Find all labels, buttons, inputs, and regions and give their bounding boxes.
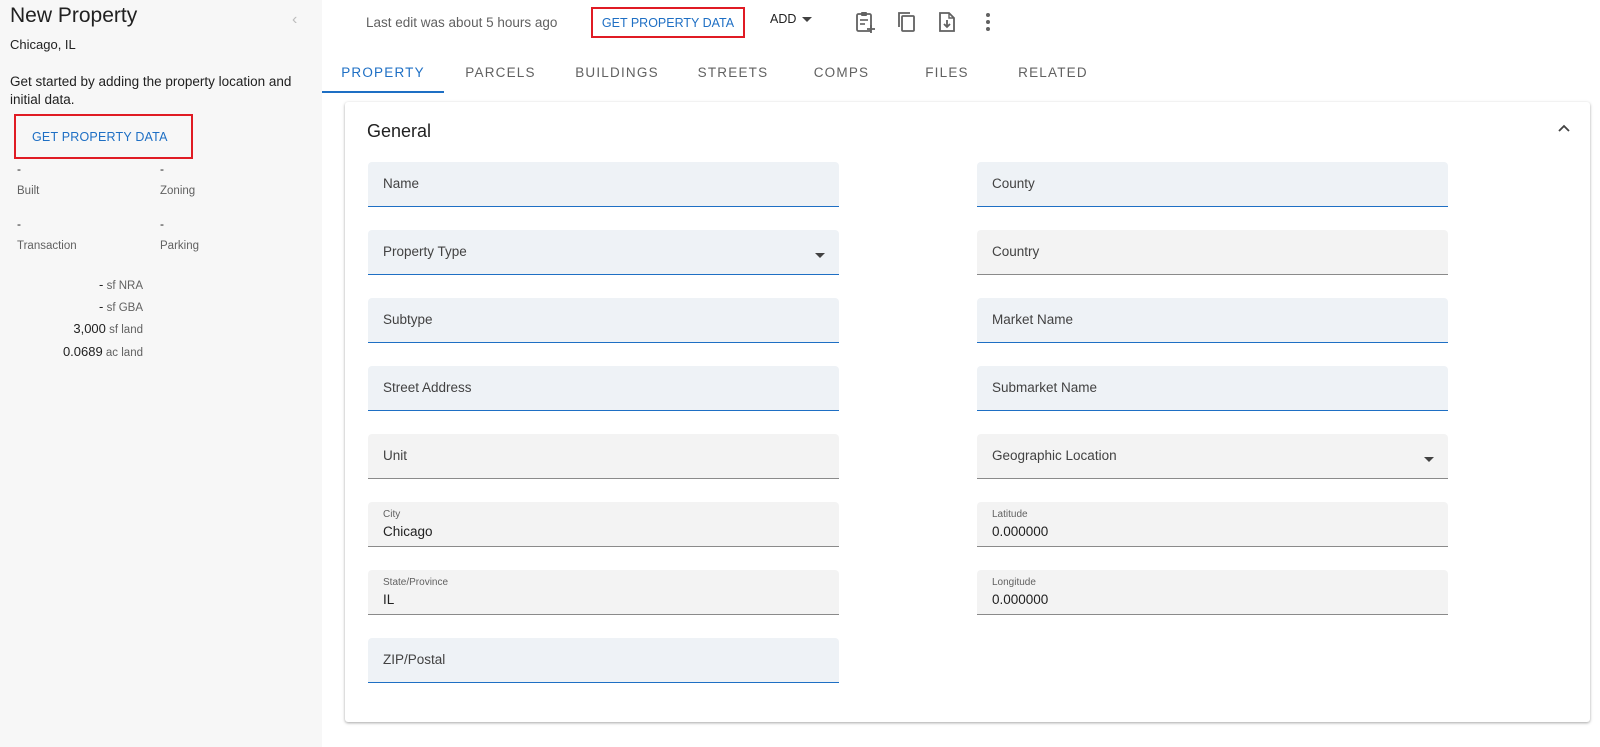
city-value: Chicago <box>383 524 433 539</box>
download-file-icon[interactable] <box>936 10 958 34</box>
chevron-up-icon[interactable] <box>1556 120 1572 136</box>
geographic-location-select[interactable]: Geographic Location <box>977 434 1448 479</box>
unit-label: Unit <box>383 448 408 463</box>
property-type-label: Property Type <box>383 244 467 259</box>
zoning-value: - <box>160 162 164 176</box>
city-label: City <box>383 509 401 520</box>
property-type-select[interactable]: Property Type <box>368 230 839 275</box>
zip-postal-label: ZIP/Postal <box>383 652 446 667</box>
state-province-field[interactable]: State/Province IL <box>368 570 839 615</box>
tab-streets[interactable]: STREETS <box>677 52 789 92</box>
market-name-label: Market Name <box>992 312 1074 327</box>
sf-land-unit: sf land <box>109 324 143 336</box>
county-label: County <box>992 176 1035 191</box>
dropdown-arrow-icon <box>1424 457 1434 462</box>
tab-related[interactable]: RELATED <box>1000 52 1106 92</box>
state-province-label: State/Province <box>383 577 449 588</box>
latitude-value: 0.000000 <box>992 524 1049 539</box>
general-card: General Name Property Type Subtype Stree… <box>345 102 1590 722</box>
dropdown-arrow-icon <box>815 253 825 258</box>
subtype-label: Subtype <box>383 312 433 327</box>
nra-row: - sf NRA <box>0 277 143 292</box>
tab-comps[interactable]: COMPS <box>789 52 894 92</box>
nra-value: - <box>99 277 104 292</box>
zip-postal-field[interactable]: ZIP/Postal <box>368 638 839 683</box>
built-value: - <box>17 162 21 176</box>
name-field[interactable]: Name <box>368 162 839 207</box>
county-field[interactable]: County <box>977 162 1448 207</box>
subtype-field[interactable]: Subtype <box>368 298 839 343</box>
copy-icon[interactable] <box>895 10 917 34</box>
caret-down-icon <box>802 16 813 22</box>
street-address-field[interactable]: Street Address <box>368 366 839 411</box>
name-label: Name <box>383 176 420 191</box>
add-label: ADD <box>770 12 797 26</box>
city-field[interactable]: City Chicago <box>368 502 839 547</box>
country-label: Country <box>992 244 1040 259</box>
add-menu-button[interactable]: ADD <box>770 12 813 26</box>
sidebar: New Property ‹ Chicago, IL Get started b… <box>0 0 322 747</box>
nra-unit: sf NRA <box>106 280 143 292</box>
transaction-label: Transaction <box>17 240 77 252</box>
tab-parcels[interactable]: PARCELS <box>444 52 557 92</box>
collapse-sidebar-icon[interactable]: ‹ <box>292 11 297 29</box>
gba-row: - sf GBA <box>0 299 143 314</box>
more-options-icon[interactable] <box>977 10 999 34</box>
submarket-name-field[interactable]: Submarket Name <box>977 366 1448 411</box>
gba-value: - <box>99 299 104 314</box>
parking-label: Parking <box>160 240 199 252</box>
sf-land-row: 3,000 sf land <box>0 321 143 336</box>
ac-land-unit: ac land <box>105 347 143 359</box>
tab-property[interactable]: PROPERTY <box>322 52 444 93</box>
clipboard-add-icon[interactable] <box>854 10 876 34</box>
last-edit-status: Last edit was about 5 hours ago <box>366 15 558 30</box>
market-name-field[interactable]: Market Name <box>977 298 1448 343</box>
tab-buildings[interactable]: BUILDINGS <box>557 52 677 92</box>
latitude-label: Latitude <box>992 509 1028 520</box>
submarket-name-label: Submarket Name <box>992 380 1098 395</box>
card-title: General <box>367 121 432 141</box>
get-property-data-button[interactable]: GET PROPERTY DATA <box>591 7 745 38</box>
unit-field[interactable]: Unit <box>368 434 839 479</box>
parking-value: - <box>160 217 164 231</box>
property-location: Chicago, IL <box>10 37 76 52</box>
zoning-label: Zoning <box>160 185 196 197</box>
transaction-value: - <box>17 217 21 231</box>
ac-land-value: 0.0689 <box>62 344 103 359</box>
property-title: New Property <box>10 4 138 27</box>
geographic-location-label: Geographic Location <box>992 448 1117 463</box>
longitude-field[interactable]: Longitude 0.000000 <box>977 570 1448 615</box>
sidebar-get-property-data-button[interactable]: GET PROPERTY DATA <box>14 114 193 159</box>
tab-files[interactable]: FILES <box>894 52 1000 92</box>
longitude-label: Longitude <box>992 577 1036 588</box>
ac-land-row: 0.0689 ac land <box>0 344 143 359</box>
longitude-value: 0.000000 <box>992 592 1049 607</box>
street-address-label: Street Address <box>383 380 472 395</box>
latitude-field[interactable]: Latitude 0.000000 <box>977 502 1448 547</box>
tab-bar: PROPERTY PARCELS BUILDINGS STREETS COMPS… <box>322 52 1106 93</box>
state-province-value: IL <box>383 592 395 607</box>
gba-unit: sf GBA <box>106 302 143 314</box>
sidebar-description: Get started by adding the property locat… <box>10 74 292 107</box>
built-label: Built <box>17 185 40 197</box>
sf-land-value: 3,000 <box>73 321 106 336</box>
country-field[interactable]: Country <box>977 230 1448 275</box>
